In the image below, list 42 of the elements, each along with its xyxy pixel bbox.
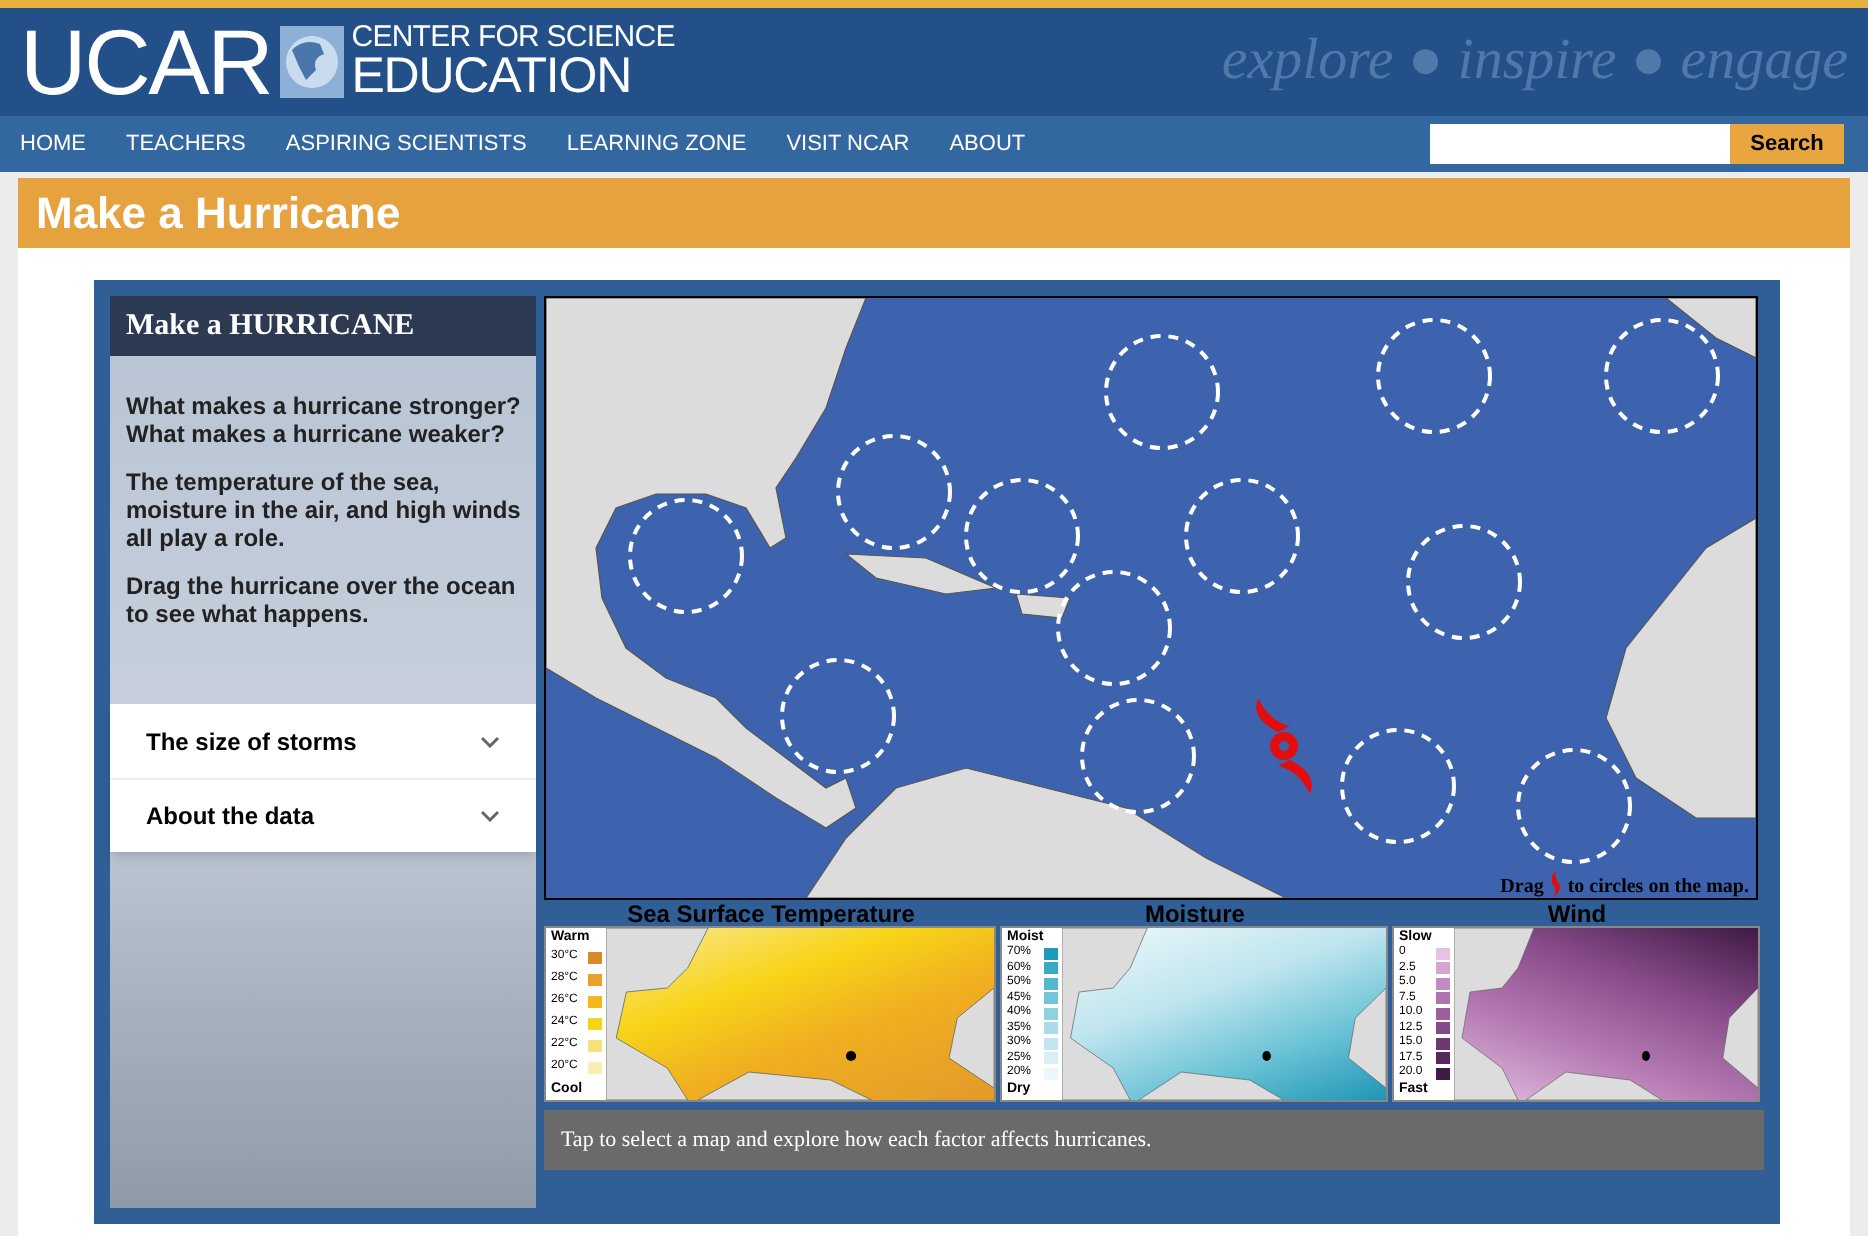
target-circle[interactable] — [1080, 698, 1197, 814]
map-caption: Drag — [1500, 878, 1544, 898]
nav-link[interactable]: ASPIRING SCIENTISTS — [285, 127, 527, 161]
map-caption: to circles on the map. — [1567, 878, 1749, 898]
nav-link[interactable]: VISIT NCAR — [786, 127, 910, 161]
nav-link[interactable]: TEACHERS — [126, 127, 246, 161]
footer-caption: Tap to select a map and explore how each factor affects hurricanes. — [544, 1110, 1764, 1170]
target-circle[interactable] — [1604, 318, 1721, 434]
target-circle[interactable] — [836, 434, 953, 550]
intro-text: Drag the hurricane over the ocean to see what happens. — [126, 572, 518, 628]
chevron-icon — [480, 810, 501, 822]
accordion-item[interactable]: About the data — [110, 778, 537, 852]
target-circle[interactable] — [1516, 748, 1633, 864]
nav-link[interactable]: LEARNING ZONE — [566, 127, 747, 161]
intro-text: What makes a hurricane stronger? What makes a hurricane weaker? — [126, 392, 521, 448]
target-circle[interactable] — [1406, 524, 1523, 640]
ucar-logo[interactable]: UCAR — [20, 16, 272, 108]
atlantic-map[interactable]: Drag to circles on the map. — [544, 296, 1759, 900]
factor-map-title: Moisture — [1142, 902, 1247, 926]
target-circle[interactable] — [1056, 570, 1173, 686]
logo-subtitle: EDUCATION — [351, 52, 633, 102]
nav-link[interactable]: HOME — [20, 127, 86, 161]
logo-subtitle: CENTER FOR SCIENCE — [351, 22, 675, 52]
chevron-icon — [480, 735, 501, 747]
target-circle[interactable] — [964, 478, 1081, 594]
target-circle[interactable] — [1104, 334, 1221, 450]
target-circle[interactable] — [780, 658, 897, 774]
target-circle[interactable] — [628, 498, 745, 614]
hurricane-icon — [1547, 870, 1564, 898]
factor-map-title: Wind — [1545, 902, 1609, 926]
factor-map-title: Sea Surface Temperature — [625, 902, 917, 926]
search-field[interactable] — [1430, 124, 1730, 164]
target-circle[interactable] — [1340, 728, 1457, 844]
nav-link[interactable]: ABOUT — [949, 127, 1026, 161]
intro-text: The temperature of the sea, moisture in the air, and high winds all play a role. — [126, 468, 521, 552]
panel-title: Make a HURRICANE — [110, 296, 537, 356]
search-button[interactable]: Search — [1730, 124, 1844, 164]
target-circle[interactable] — [1376, 318, 1493, 434]
globe-icon — [279, 26, 344, 98]
accordion-item[interactable]: The size of storms — [110, 704, 537, 778]
target-circle[interactable] — [1184, 478, 1301, 594]
page-title: Make a Hurricane — [18, 178, 1850, 248]
